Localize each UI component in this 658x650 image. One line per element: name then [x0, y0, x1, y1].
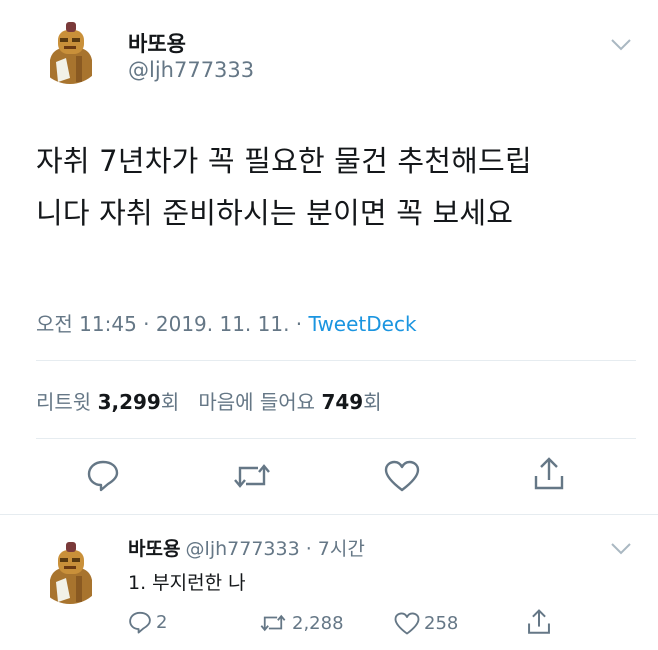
- retweets-stat[interactable]: 리트윗 3,299회: [36, 390, 179, 414]
- heart-icon: [394, 612, 420, 635]
- avatar-image: [36, 16, 104, 84]
- reply-header: 바또용 @ljh777333 · 7시간: [128, 534, 365, 561]
- tweet-meta: 오전 11:45 · 2019. 11. 11. · TweetDeck: [36, 308, 417, 337]
- avatar[interactable]: [36, 16, 104, 84]
- heart-icon[interactable]: [384, 460, 420, 492]
- reply-like-count: 258: [424, 613, 459, 634]
- author-handle[interactable]: @ljh777333: [128, 58, 254, 82]
- retweet-icon[interactable]: [232, 460, 272, 492]
- divider-3: [0, 514, 658, 515]
- tweet-timestamp[interactable]: 오전 11:45 · 2019. 11. 11. ·: [36, 312, 309, 336]
- retweet-icon: [258, 612, 288, 634]
- engagement-counts: 리트윗 3,299회 마음에 들어요 749회: [36, 386, 382, 415]
- reply-handle-time[interactable]: @ljh777333 · 7시간: [186, 538, 365, 560]
- reply-avatar[interactable]: [36, 536, 104, 604]
- reply-count: 2: [156, 611, 168, 633]
- likes-count: 749: [321, 390, 364, 414]
- chevron-down-icon[interactable]: [610, 38, 632, 52]
- divider-1: [36, 360, 636, 361]
- retweets-unit: 회: [160, 390, 180, 414]
- likes-label: 마음에 들어요: [198, 390, 316, 414]
- likes-unit: 회: [363, 390, 382, 414]
- divider-2: [36, 438, 636, 439]
- reply-avatar-image: [36, 536, 104, 604]
- reply-retweet-count: 2,288: [292, 612, 344, 634]
- tweet-text-line-1: 자취 7년차가 꼭 필요한 물건 추천해드립: [36, 144, 532, 178]
- likes-stat[interactable]: 마음에 들어요 749회: [198, 390, 381, 414]
- reply-author-name[interactable]: 바또용: [128, 538, 180, 560]
- reply-text: 1. 부지런한 나: [128, 572, 246, 594]
- tweet-text-line-2: 니다 자취 준비하시는 분이면 꼭 보세요: [36, 196, 514, 230]
- retweets-label: 리트윗: [36, 390, 92, 414]
- tweet-source-link[interactable]: TweetDeck: [309, 312, 417, 336]
- reply-like-action[interactable]: 258: [394, 612, 458, 635]
- reply-chevron-down-icon[interactable]: [610, 542, 632, 556]
- reply-icon[interactable]: [86, 458, 120, 492]
- reply-reply-action[interactable]: 2: [128, 610, 167, 634]
- reply-icon: [128, 610, 152, 634]
- author-name[interactable]: 바또용: [128, 28, 186, 58]
- reply-share-icon[interactable]: [526, 608, 552, 636]
- share-icon[interactable]: [532, 456, 566, 492]
- retweets-count: 3,299: [97, 390, 161, 414]
- reply-retweet-action[interactable]: 2,288: [258, 612, 344, 634]
